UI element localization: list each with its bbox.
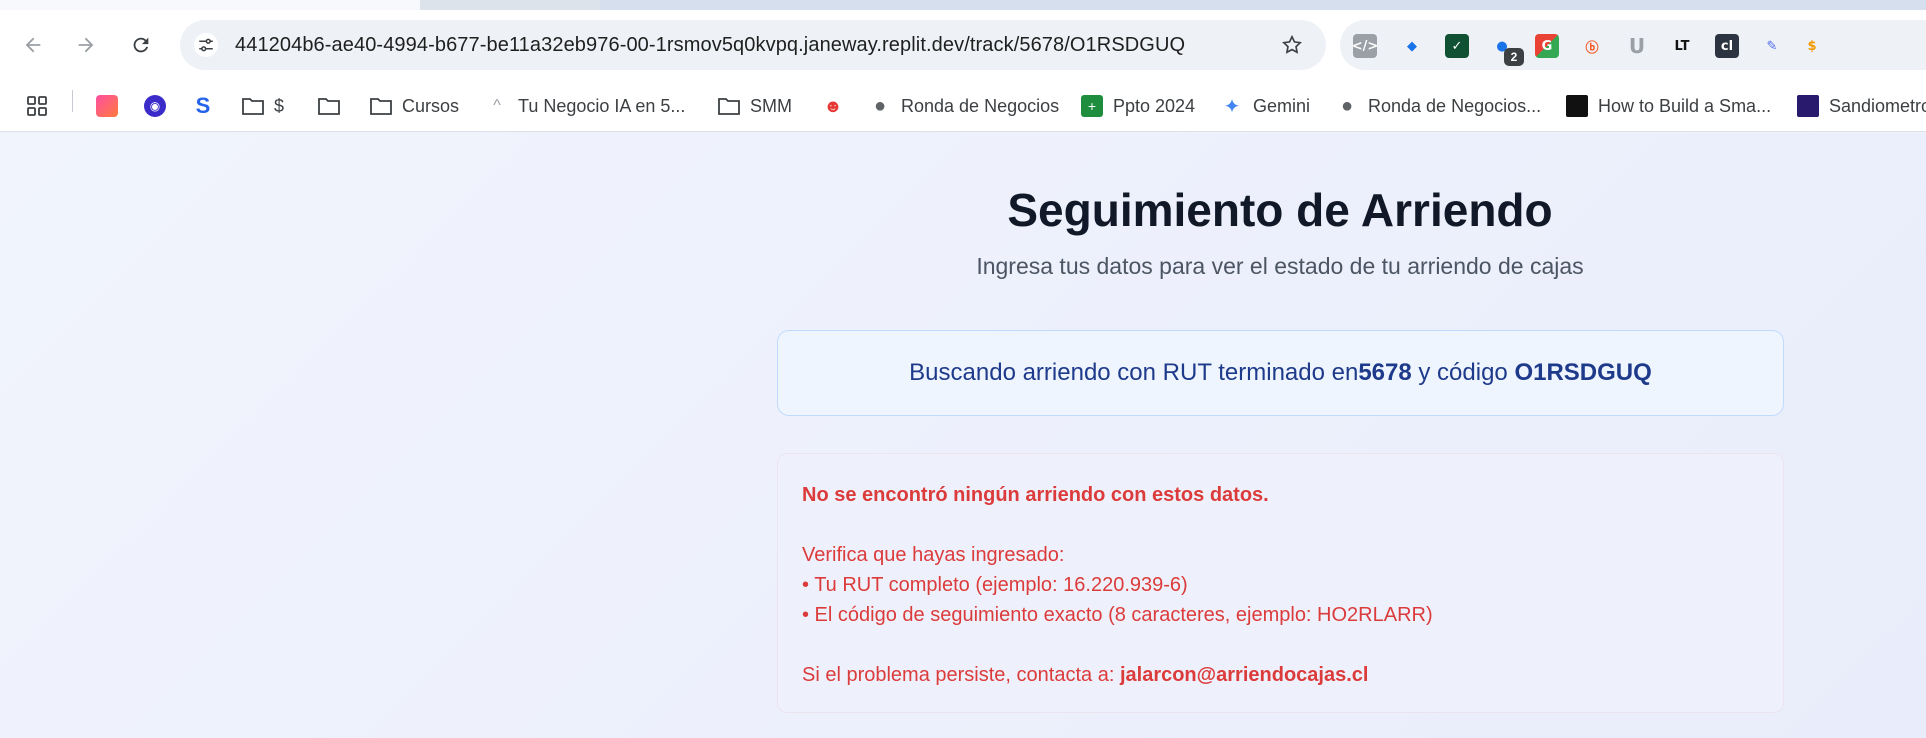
bookmark-folder-cursos[interactable]: Cursos (370, 90, 459, 122)
bookmark-star-icon[interactable] (1280, 33, 1304, 57)
bookmark-red-mask[interactable]: ☻ (822, 90, 844, 122)
folder-icon (318, 95, 340, 117)
bookmarks-bar: ◉ S $ Cursos ^ Tu Negocio IA en 5... SMM… (0, 80, 1926, 132)
bookmark-tu-negocio[interactable]: ^ Tu Negocio IA en 5... (486, 90, 685, 122)
active-tab[interactable] (0, 0, 420, 10)
error-verify: Verifica que hayas ingresado: (802, 544, 1065, 566)
pencil-extension-icon[interactable]: ✎ (1760, 34, 1784, 58)
cl-extension-icon[interactable]: cl (1715, 34, 1739, 58)
browser-toolbar: 441204b6-ae40-4994-b677-be11a32eb976-00-… (0, 10, 1926, 80)
error-contact: Si el problema persiste, contacta a: jal… (802, 664, 1368, 687)
page-subtitle: Ingresa tus datos para ver el estado de … (976, 253, 1584, 279)
contact-prefix: Si el problema persiste, contacta a: (802, 664, 1120, 686)
bookmark-app-3[interactable]: S (192, 90, 214, 122)
reload-button[interactable] (128, 32, 154, 58)
url-text[interactable]: 441204b6-ae40-4994-b677-be11a32eb976-00-… (235, 34, 1185, 57)
error-bullet-rut: • Tu RUT completo (ejemplo: 16.220.939-6… (802, 574, 1188, 596)
bookmark-label: SMM (750, 95, 792, 116)
apps-button[interactable] (26, 90, 48, 122)
bookmark-label: Gemini (1253, 95, 1311, 116)
address-bar[interactable]: 441204b6-ae40-4994-b677-be11a32eb976-00-… (180, 20, 1326, 70)
bookmark-label: Ronda de Negocios... (1368, 95, 1542, 116)
bookmark-folder[interactable] (318, 90, 340, 122)
gold-extension-icon[interactable]: $ (1800, 34, 1824, 58)
bookmark-how-to-build[interactable]: How to Build a Sma... (1566, 90, 1771, 122)
arrow-right-icon (78, 37, 94, 53)
extensions-area: </> ◆ ✓ ● 2 G ⓑ U LT cl ✎ $ (1340, 20, 1926, 70)
inactive-tab[interactable] (600, 0, 1926, 10)
dark-thumbnail-icon (1566, 95, 1588, 117)
search-info-box: Buscando arriendo con RUT terminado en 5… (777, 330, 1784, 416)
folder-icon (242, 95, 264, 117)
bookmark-label: Ppto 2024 (1113, 95, 1196, 116)
bookmark-gemini[interactable]: ✦ Gemini (1221, 90, 1310, 122)
forward-button[interactable] (73, 32, 99, 58)
lt-extension-icon[interactable]: LT (1670, 34, 1694, 58)
search-code: O1RSDGUQ (1514, 359, 1652, 386)
bookmark-folder-dollar[interactable]: $ (242, 90, 284, 122)
u-extension-icon[interactable]: U (1625, 34, 1649, 58)
folder-icon (718, 95, 740, 117)
tag-extension-icon[interactable]: ◆ (1400, 34, 1424, 58)
bookmark-app-2[interactable]: ◉ (144, 90, 166, 122)
bookmark-ronda-negocios-2[interactable]: ● Ronda de Negocios... (1336, 90, 1541, 122)
search-rut: 5678 (1358, 359, 1412, 386)
globe-icon: ● (1340, 94, 1354, 117)
bookmark-ronda-negocios[interactable]: ● Ronda de Negocios (869, 90, 1059, 122)
extension-badge: 2 (1504, 48, 1524, 66)
bookmark-label: How to Build a Sma... (1598, 95, 1772, 116)
check-extension-icon[interactable]: ✓ (1445, 34, 1469, 58)
bookmark-folder-smm[interactable]: SMM (718, 90, 792, 122)
bookmark-ppto-2024[interactable]: + Ppto 2024 (1081, 90, 1195, 122)
page-content: Seguimiento de Arriendo Ingresa tus dato… (0, 133, 1926, 738)
error-title: No se encontró ningún arriendo con estos… (802, 484, 1269, 506)
b-extension-icon[interactable]: ⓑ (1580, 34, 1604, 58)
bookmark-label: Ronda de Negocios (901, 95, 1060, 116)
back-button[interactable] (20, 32, 46, 58)
code-extension-icon[interactable]: </> (1352, 34, 1378, 58)
error-box: No se encontró ningún arriendo con estos… (777, 453, 1784, 713)
bookmark-label: Cursos (402, 95, 460, 116)
bookmark-label: Sandiometro (1829, 95, 1926, 116)
bookmark-app-1[interactable] (96, 90, 118, 122)
robot-extension-icon[interactable]: ● 2 (1490, 34, 1524, 66)
contact-email-link[interactable]: jalarcon@arriendocajas.cl (1120, 664, 1369, 686)
sheets-icon: + (1081, 95, 1103, 117)
red-mask-icon: ☻ (823, 95, 843, 116)
bookmark-sandiometro[interactable]: Sandiometro (1797, 90, 1926, 122)
gradient-app-icon (96, 95, 118, 117)
arrow-left-icon (25, 37, 41, 53)
s-logo-icon: S (195, 93, 211, 118)
globe-icon: ● (873, 94, 887, 117)
bookmark-label: $ (274, 95, 285, 116)
gemini-icon: ✦ (1223, 95, 1241, 118)
caret-icon: ^ (493, 97, 501, 114)
page-title: Seguimiento de Arriendo (1007, 184, 1553, 236)
tab-strip (0, 0, 1926, 10)
folder-icon (370, 95, 392, 117)
purple-thumbnail-icon (1797, 95, 1819, 117)
site-settings-icon[interactable] (194, 33, 218, 57)
bookmark-label: Tu Negocio IA en 5... (518, 95, 686, 116)
apps-grid-icon (26, 95, 48, 117)
google-extension-icon[interactable]: G (1535, 34, 1559, 58)
location-pin-icon: ◉ (144, 95, 166, 117)
reload-icon (133, 37, 149, 53)
search-prefix: Buscando arriendo con RUT terminado en (909, 359, 1359, 386)
search-middle: y código (1411, 359, 1515, 386)
bookmarks-divider (72, 90, 73, 112)
error-bullet-code: • El código de seguimiento exacto (8 car… (802, 604, 1433, 626)
